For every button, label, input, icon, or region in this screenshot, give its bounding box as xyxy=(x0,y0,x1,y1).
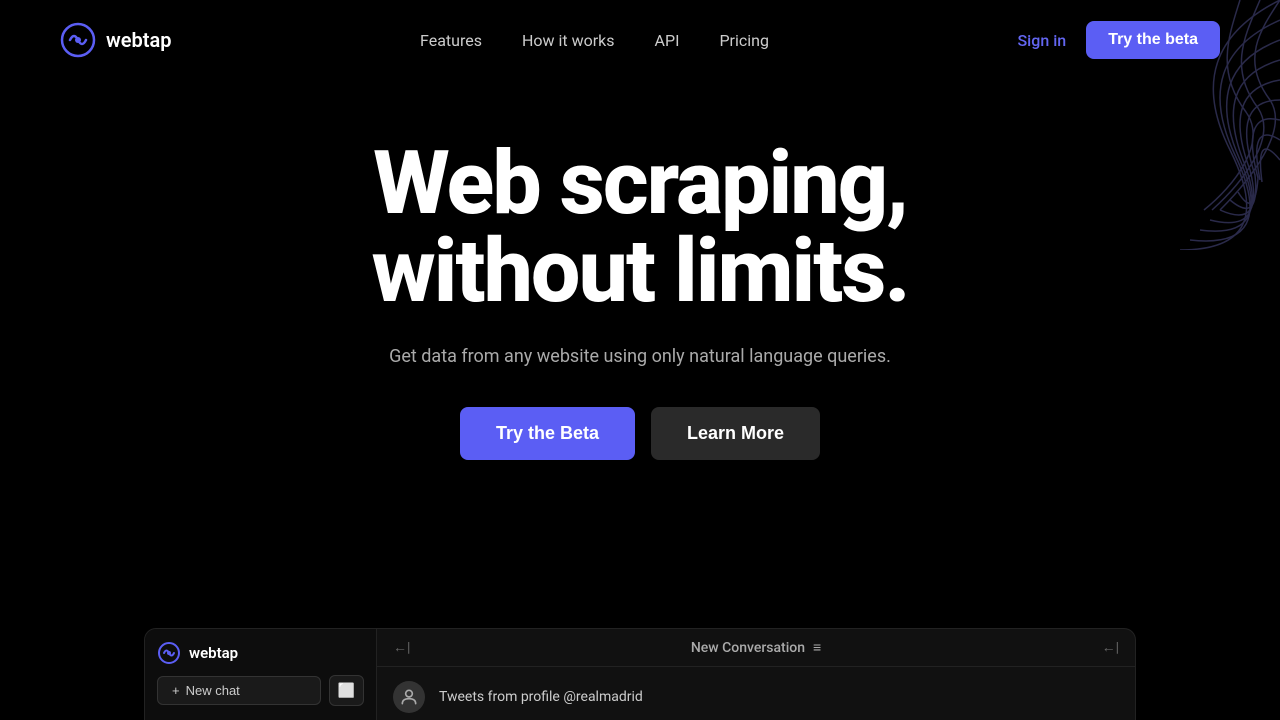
logo-icon xyxy=(60,22,96,58)
new-chat-label: New chat xyxy=(186,683,240,698)
nav-links: Features How it works API Pricing xyxy=(420,31,769,50)
new-conversation-icon-button[interactable]: ⬜ xyxy=(329,675,364,706)
hero-buttons: Try the Beta Learn More xyxy=(460,407,820,460)
hero-title-line2: without limits. xyxy=(371,220,908,323)
bottom-main-content: Tweets from profile @realmadrid xyxy=(377,667,1135,720)
bottom-main-header: ←| New Conversation ≡ ←| xyxy=(377,629,1135,667)
logo-link[interactable]: webtap xyxy=(60,22,172,58)
nav-api[interactable]: API xyxy=(655,31,680,50)
bottom-logo-text: webtap xyxy=(189,644,238,662)
hero-subtitle: Get data from any website using only nat… xyxy=(389,346,891,367)
compose-icon: ⬜ xyxy=(338,682,355,698)
bottom-header-collapse: ←| xyxy=(1102,639,1119,656)
nav-pricing[interactable]: Pricing xyxy=(719,31,769,50)
tweet-query-text: Tweets from profile @realmadrid xyxy=(439,689,643,705)
bottom-new-chat-row: + New chat ⬜ xyxy=(157,675,364,706)
try-beta-nav-button[interactable]: Try the beta xyxy=(1086,21,1220,59)
hero-section: Web scraping, without limits. Get data f… xyxy=(0,80,1280,500)
learn-more-button[interactable]: Learn More xyxy=(651,407,820,460)
new-chat-button[interactable]: + New chat xyxy=(157,676,321,705)
bottom-preview-panel: webtap + New chat ⬜ ←| New Conversation … xyxy=(144,628,1136,720)
bottom-header-title: New Conversation ≡ xyxy=(691,639,821,656)
user-avatar xyxy=(393,681,425,713)
try-beta-hero-button[interactable]: Try the Beta xyxy=(460,407,635,460)
bottom-header-back: ←| xyxy=(393,639,410,656)
nav-features[interactable]: Features xyxy=(420,31,482,50)
back-arrow-icon[interactable]: ←| xyxy=(393,639,410,656)
user-avatar-icon xyxy=(399,687,419,707)
logo-text: webtap xyxy=(106,28,172,52)
collapse-icon[interactable]: ←| xyxy=(1102,640,1119,656)
bottom-sidebar: webtap + New chat ⬜ xyxy=(145,629,377,720)
bottom-main: ←| New Conversation ≡ ←| Tweets from pro… xyxy=(377,629,1135,720)
nav-actions: Sign in Try the beta xyxy=(1017,21,1220,59)
bottom-sidebar-header: webtap xyxy=(157,641,364,665)
conversation-label: New Conversation xyxy=(691,640,805,656)
navbar: webtap Features How it works API Pricing… xyxy=(0,0,1280,80)
plus-icon: + xyxy=(172,683,180,698)
bottom-logo-icon xyxy=(157,641,181,665)
signin-button[interactable]: Sign in xyxy=(1017,31,1066,50)
menu-icon[interactable]: ≡ xyxy=(813,639,821,656)
nav-how-it-works[interactable]: How it works xyxy=(522,31,615,50)
hero-title: Web scraping, without limits. xyxy=(371,140,908,316)
